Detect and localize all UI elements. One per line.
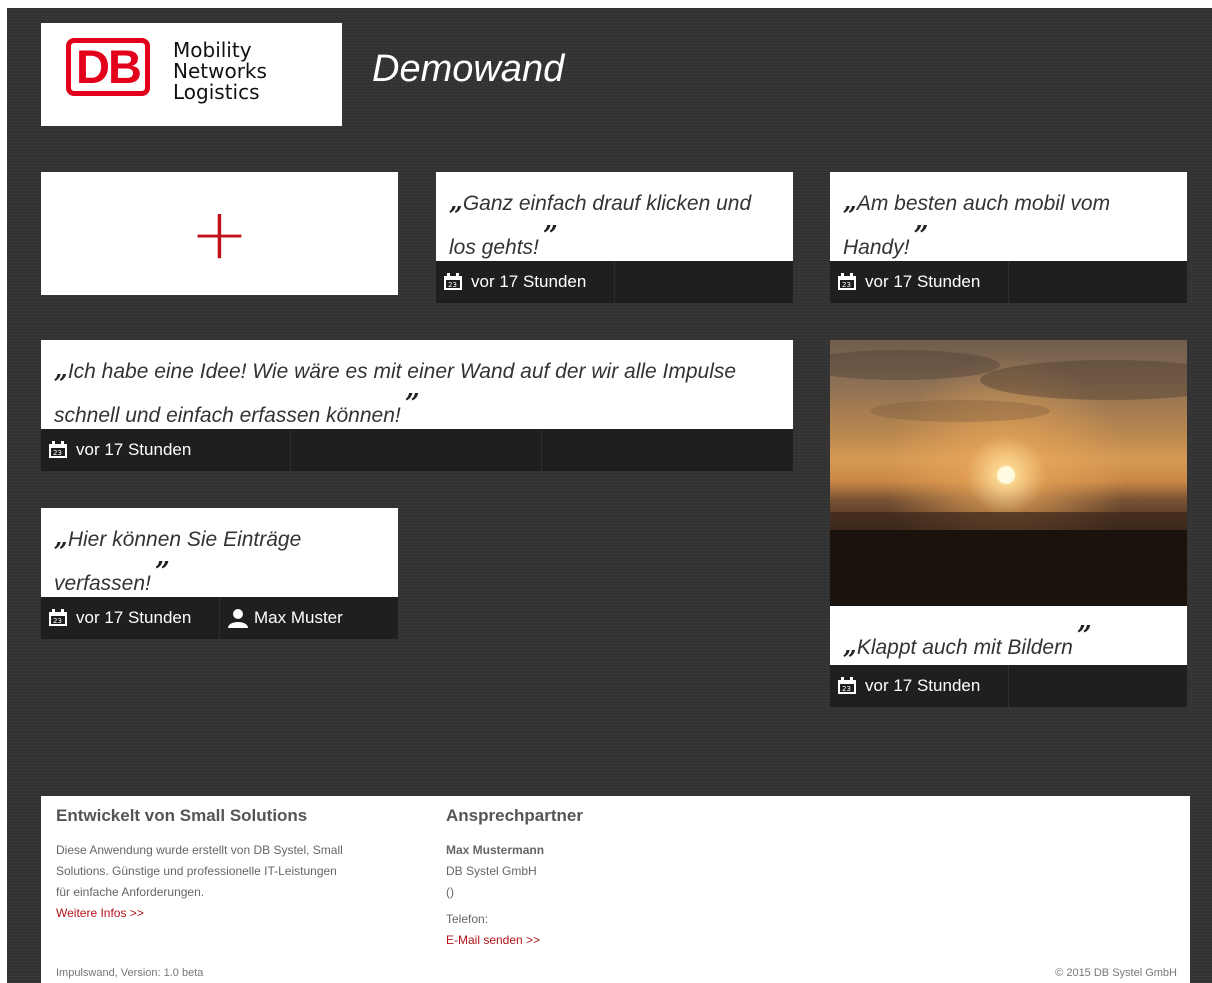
db-logo-mark: DB [66, 38, 150, 96]
post-quote: „Am besten auch mobil vom Handy!” [830, 172, 1187, 261]
post-meta-empty [615, 261, 793, 303]
post-author[interactable]: Max Muster [220, 597, 398, 639]
post-card[interactable]: „Klappt auch mit Bildern” 23 vor 17 Stun… [830, 340, 1187, 707]
post-card[interactable]: „Ich habe eine Idee! Wie wäre es mit ein… [41, 340, 793, 471]
contact-location: () [446, 885, 454, 899]
post-text: Am besten auch mobil vom Handy! [843, 192, 1111, 259]
db-logo[interactable]: DB Mobility Networks Logistics [41, 23, 342, 126]
email-link[interactable]: E-Mail senden >> [446, 930, 540, 951]
open-quote-mark: „ [54, 355, 68, 384]
open-quote-mark: „ [54, 523, 68, 552]
post-image-sunset [830, 340, 1187, 606]
svg-text:23: 23 [842, 281, 851, 289]
copyright: © 2015 DB Systel GmbH [1055, 967, 1177, 979]
user-icon [227, 608, 249, 628]
close-quote-mark: ” [404, 389, 420, 419]
post-meta-bar: 23 vor 17 Stunden [830, 665, 1187, 707]
calendar-icon: 23 [48, 441, 68, 459]
contact-company: DB Systel GmbH [446, 864, 537, 878]
post-meta-empty [1009, 665, 1187, 707]
post-meta-bar: 23 vor 17 Stunden [830, 261, 1187, 303]
post-time: 23 vor 17 Stunden [436, 261, 615, 303]
post-time-text: vor 17 Stunden [76, 440, 192, 459]
page-left-border [0, 0, 7, 983]
post-card[interactable]: „Ganz einfach drauf klicken und los geht… [436, 172, 793, 303]
post-time-text: vor 17 Stunden [76, 608, 192, 627]
open-quote-mark: „ [843, 631, 857, 660]
footer-about-line: Diese Anwendung wurde erstellt von DB Sy… [56, 843, 343, 857]
brand-tagline: Mobility Networks Logistics [173, 40, 267, 103]
calendar-icon: 23 [443, 273, 463, 291]
footer-about-line: für einfache Anforderungen. [56, 885, 205, 899]
svg-text:23: 23 [53, 617, 62, 625]
close-quote-mark: ” [1076, 621, 1092, 651]
svg-text:23: 23 [842, 685, 851, 693]
post-text: Ich habe eine Idee! Wie wäre es mit eine… [54, 360, 737, 427]
post-card[interactable]: „Hier können Sie Einträge verfassen!” 23… [41, 508, 398, 639]
close-quote-mark: ” [542, 221, 558, 251]
post-meta-bar: 23 vor 17 Stunden [436, 261, 793, 303]
post-quote: „Klappt auch mit Bildern” [830, 606, 1187, 665]
post-text: Klappt auch mit Bildern [856, 636, 1073, 659]
post-time-text: vor 17 Stunden [865, 676, 981, 695]
calendar-icon: 23 [837, 273, 857, 291]
add-post-button[interactable]: + [41, 172, 398, 295]
post-card[interactable]: „Am besten auch mobil vom Handy!” 23 vor… [830, 172, 1187, 303]
open-quote-mark: „ [449, 187, 463, 216]
post-meta-empty [1009, 261, 1187, 303]
post-text: Hier können Sie Einträge verfassen! [54, 528, 302, 595]
calendar-icon: 23 [837, 677, 857, 695]
post-time: 23 vor 17 Stunden [41, 429, 291, 471]
post-time-text: vor 17 Stunden [865, 272, 981, 291]
post-quote: „Ich habe eine Idee! Wie wäre es mit ein… [41, 340, 793, 429]
post-text: Ganz einfach drauf klicken und los gehts… [449, 192, 752, 259]
post-meta-bar: 23 vor 17 Stunden Max Muster [41, 597, 398, 639]
brand-line-2: Networks [173, 59, 267, 83]
post-meta-empty [291, 429, 542, 471]
page-top-border [0, 0, 1212, 8]
post-meta-empty [542, 429, 793, 471]
more-info-link[interactable]: Weitere Infos >> [56, 903, 144, 924]
post-meta-bar: 23 vor 17 Stunden [41, 429, 793, 471]
close-quote-mark: ” [154, 557, 170, 587]
calendar-icon: 23 [48, 609, 68, 627]
post-quote: „Hier können Sie Einträge verfassen!” [41, 508, 398, 597]
app-version: Impulswand, Version: 1.0 beta [56, 967, 204, 979]
brand-line-1: Mobility [173, 38, 252, 62]
footer-about-line: Solutions. Günstige und professionelle I… [56, 864, 337, 878]
footer-about: Entwickelt von Small Solutions Diese Anw… [56, 806, 416, 924]
post-time: 23 vor 17 Stunden [41, 597, 220, 639]
plus-icon: + [190, 192, 249, 275]
contact-phone-label: Telefon: [446, 912, 489, 926]
svg-text:23: 23 [448, 281, 457, 289]
footer-contact: Ansprechpartner Max Mustermann DB Systel… [446, 806, 746, 951]
footer-contact-heading: Ansprechpartner [446, 806, 583, 825]
brand-line-3: Logistics [173, 80, 260, 104]
page-title: Demowand [372, 48, 565, 90]
post-time-text: vor 17 Stunden [471, 272, 587, 291]
post-quote: „Ganz einfach drauf klicken und los geht… [436, 172, 793, 261]
post-time: 23 vor 17 Stunden [830, 261, 1009, 303]
contact-name: Max Mustermann [446, 843, 545, 857]
post-author-name: Max Muster [254, 608, 343, 627]
open-quote-mark: „ [843, 187, 857, 216]
post-time: 23 vor 17 Stunden [830, 665, 1009, 707]
close-quote-mark: ” [913, 221, 929, 251]
svg-text:23: 23 [53, 449, 62, 457]
footer-about-heading: Entwickelt von Small Solutions [56, 806, 308, 825]
footer: Entwickelt von Small Solutions Diese Anw… [41, 796, 1190, 983]
